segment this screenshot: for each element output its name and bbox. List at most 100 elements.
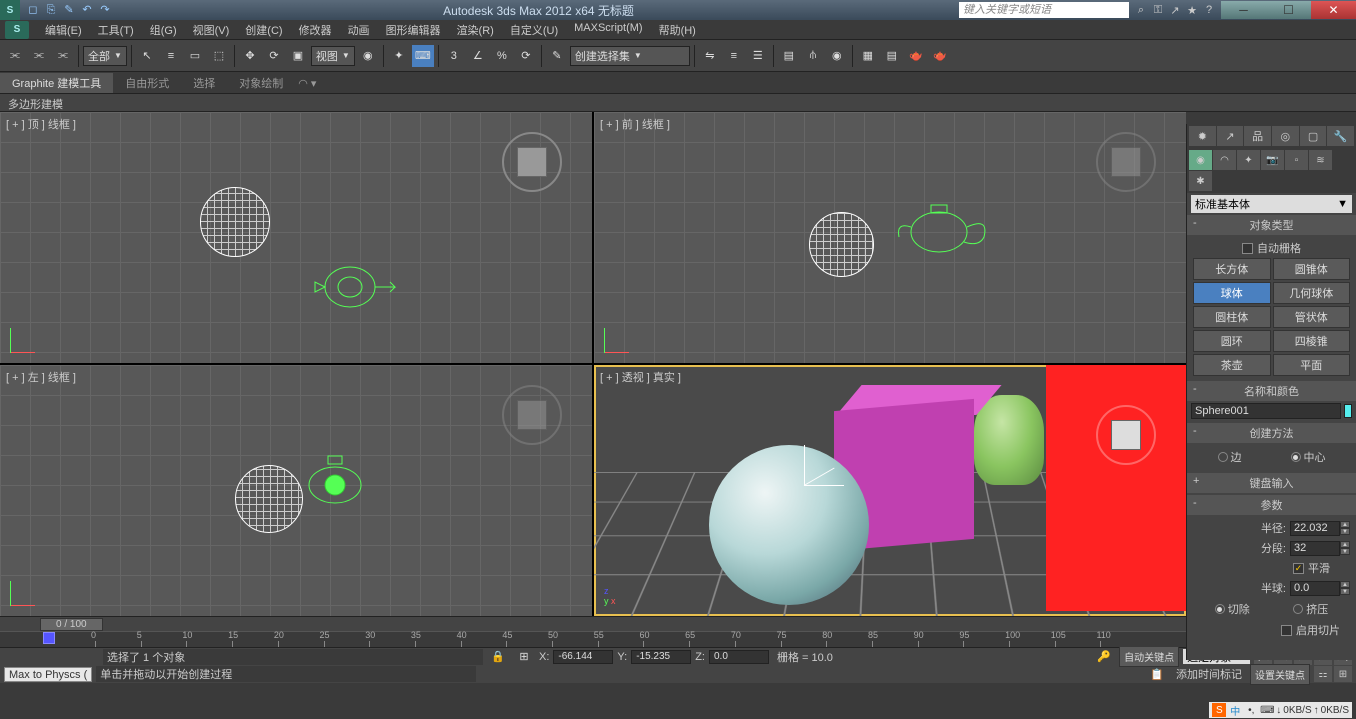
add-time-tag[interactable]: 添加时间标记 xyxy=(1172,666,1246,682)
key-toggle-icon[interactable]: 🔑 xyxy=(1093,646,1115,668)
angle-snap-icon[interactable]: ∠ xyxy=(467,45,489,67)
primitive-button[interactable]: 茶壶 xyxy=(1193,354,1271,376)
subtab-systems-icon[interactable]: ✱ xyxy=(1189,171,1212,191)
render-icon[interactable]: 🫖 xyxy=(905,45,927,67)
select-rect-icon[interactable]: ▭ xyxy=(184,45,206,67)
chop-radio[interactable] xyxy=(1215,604,1225,614)
menu-item[interactable]: 修改器 xyxy=(291,22,340,38)
tab-modify-icon[interactable]: ↗ xyxy=(1217,126,1244,146)
time-ruler[interactable]: 0510152025303540455055606570758085909510… xyxy=(0,631,1186,647)
arrow-icon[interactable]: ↗ xyxy=(1168,4,1182,17)
rollout-name-color[interactable]: -名称和颜色 xyxy=(1187,381,1356,401)
search-input[interactable]: 键入关键字或短语 xyxy=(959,2,1129,18)
setkey-button[interactable]: 设置关键点 xyxy=(1250,664,1310,685)
time-slider[interactable]: 0 / 100 xyxy=(0,616,1186,631)
transform-type-icon[interactable]: ⊞ xyxy=(513,646,535,668)
bind-icon[interactable]: ⫘ xyxy=(52,45,74,67)
primitive-button[interactable]: 平面 xyxy=(1273,354,1351,376)
percent-snap-icon[interactable]: % xyxy=(491,45,513,67)
redo-icon[interactable]: ↷ xyxy=(97,2,113,18)
key-filters-icon[interactable]: ⚏ xyxy=(1314,666,1332,682)
radius-spinner[interactable] xyxy=(1290,521,1340,536)
viewport-perspective[interactable]: [ + ] 透视 ] 真实 ] zy x xyxy=(594,365,1186,616)
ribbon-tab-paint[interactable]: 对象绘制◠ ▾ xyxy=(227,73,328,93)
ref-coord-dropdown[interactable]: 视图▼ xyxy=(311,46,355,66)
subtab-spacewarps-icon[interactable]: ≋ xyxy=(1309,150,1332,170)
select-window-icon[interactable]: ⬚ xyxy=(208,45,230,67)
snap-3-icon[interactable]: 3 xyxy=(443,45,465,67)
rollout-object-type[interactable]: -对象类型 xyxy=(1187,215,1356,235)
save-icon[interactable]: ✎ xyxy=(61,2,77,18)
method-center-radio[interactable] xyxy=(1291,452,1301,462)
material-icon[interactable]: ◉ xyxy=(826,45,848,67)
menu-item[interactable]: 自定义(U) xyxy=(502,22,566,38)
primitive-button[interactable]: 四棱锥 xyxy=(1273,330,1351,352)
layer-icon[interactable]: ☰ xyxy=(747,45,769,67)
menu-item[interactable]: 图形编辑器 xyxy=(378,22,449,38)
lock-icon[interactable]: 🔒 xyxy=(487,646,509,668)
rollout-parameters[interactable]: -参数 xyxy=(1187,495,1356,515)
tab-display-icon[interactable]: ▢ xyxy=(1300,126,1327,146)
open-icon[interactable]: ⎘ xyxy=(43,2,59,18)
view-cube[interactable] xyxy=(502,132,562,192)
primitive-button[interactable]: 几何球体 xyxy=(1273,282,1351,304)
viewport-left[interactable]: [ + ] 左 ] 线框 ] xyxy=(0,365,592,616)
menu-item[interactable]: 组(G) xyxy=(142,22,185,38)
select-icon[interactable]: ↖ xyxy=(136,45,158,67)
rotate-icon[interactable]: ⟳ xyxy=(263,45,285,67)
menu-item[interactable]: 帮助(H) xyxy=(651,22,704,38)
primitive-button[interactable]: 圆环 xyxy=(1193,330,1271,352)
viewport-label[interactable]: [ + ] 前 ] 线框 ] xyxy=(600,116,670,132)
menu-item[interactable]: 编辑(E) xyxy=(37,22,90,38)
slice-checkbox[interactable] xyxy=(1281,625,1292,636)
mirror-icon[interactable]: ⇋ xyxy=(699,45,721,67)
maxscript-listener[interactable]: Max to Physcs ( xyxy=(4,667,92,682)
primitive-category-dropdown[interactable]: 标准基本体▼ xyxy=(1191,195,1352,213)
menu-item[interactable]: 创建(C) xyxy=(237,22,290,38)
smooth-checkbox[interactable]: ✓ xyxy=(1293,563,1304,574)
menu-item[interactable]: MAXScript(M) xyxy=(566,22,650,38)
rollout-keyboard-entry[interactable]: +键盘输入 xyxy=(1187,473,1356,493)
primitive-button[interactable]: 管状体 xyxy=(1273,306,1351,328)
minimize-button[interactable]: ─ xyxy=(1221,1,1266,19)
menu-item[interactable]: 工具(T) xyxy=(90,22,142,38)
edit-named-sel-icon[interactable]: ✎ xyxy=(546,45,568,67)
squash-radio[interactable] xyxy=(1293,604,1303,614)
help-icon[interactable]: ? xyxy=(1202,4,1216,17)
keyboard-shortcut-icon[interactable]: ⌨ xyxy=(412,45,434,67)
unlink-icon[interactable]: ⫘ xyxy=(28,45,50,67)
view-cube[interactable] xyxy=(1096,405,1156,465)
subtab-geometry-icon[interactable]: ◉ xyxy=(1189,150,1212,170)
subtab-cameras-icon[interactable]: 📷 xyxy=(1261,150,1284,170)
view-cube[interactable] xyxy=(1096,132,1156,192)
tab-utilities-icon[interactable]: 🔧 xyxy=(1327,126,1354,146)
binoculars-icon[interactable]: ⌕ xyxy=(1134,4,1148,17)
app-menu-button[interactable]: S xyxy=(5,21,29,39)
selection-filter-dropdown[interactable]: 全部▼ xyxy=(83,46,127,66)
ribbon-subpanel[interactable]: 多边形建模 xyxy=(0,94,1356,112)
menu-item[interactable]: 渲染(R) xyxy=(449,22,502,38)
object-color-swatch[interactable] xyxy=(1344,404,1352,418)
tray-sogou-icon[interactable]: S xyxy=(1212,703,1226,717)
tray-keyboard-icon[interactable]: ⌨ xyxy=(1260,703,1274,717)
time-tag-icon[interactable]: 📋 xyxy=(1146,663,1168,685)
autogrid-checkbox[interactable] xyxy=(1242,243,1253,254)
z-coord-input[interactable] xyxy=(709,650,769,664)
viewport-label[interactable]: [ + ] 左 ] 线框 ] xyxy=(6,369,76,385)
select-name-icon[interactable]: ≡ xyxy=(160,45,182,67)
ribbon-tab-selection[interactable]: 选择 xyxy=(181,73,227,93)
tray-lang-icon[interactable]: 中 xyxy=(1228,703,1242,717)
x-coord-input[interactable] xyxy=(553,650,613,664)
time-marker[interactable] xyxy=(43,632,55,644)
viewport-front[interactable]: [ + ] 前 ] 线框 ] xyxy=(594,112,1186,363)
viewport-top[interactable]: [ + ] 顶 ] 线框 ] xyxy=(0,112,592,363)
method-edge-radio[interactable] xyxy=(1218,452,1228,462)
named-selection-dropdown[interactable]: 创建选择集▼ xyxy=(570,46,690,66)
hemisphere-spinner[interactable] xyxy=(1290,581,1340,596)
view-cube[interactable] xyxy=(502,385,562,445)
tab-hierarchy-icon[interactable]: 品 xyxy=(1244,126,1271,146)
subtab-shapes-icon[interactable]: ◠ xyxy=(1213,150,1236,170)
star-icon[interactable]: ★ xyxy=(1185,4,1199,17)
primitive-button[interactable]: 圆锥体 xyxy=(1273,258,1351,280)
app-icon[interactable]: S xyxy=(0,0,20,20)
